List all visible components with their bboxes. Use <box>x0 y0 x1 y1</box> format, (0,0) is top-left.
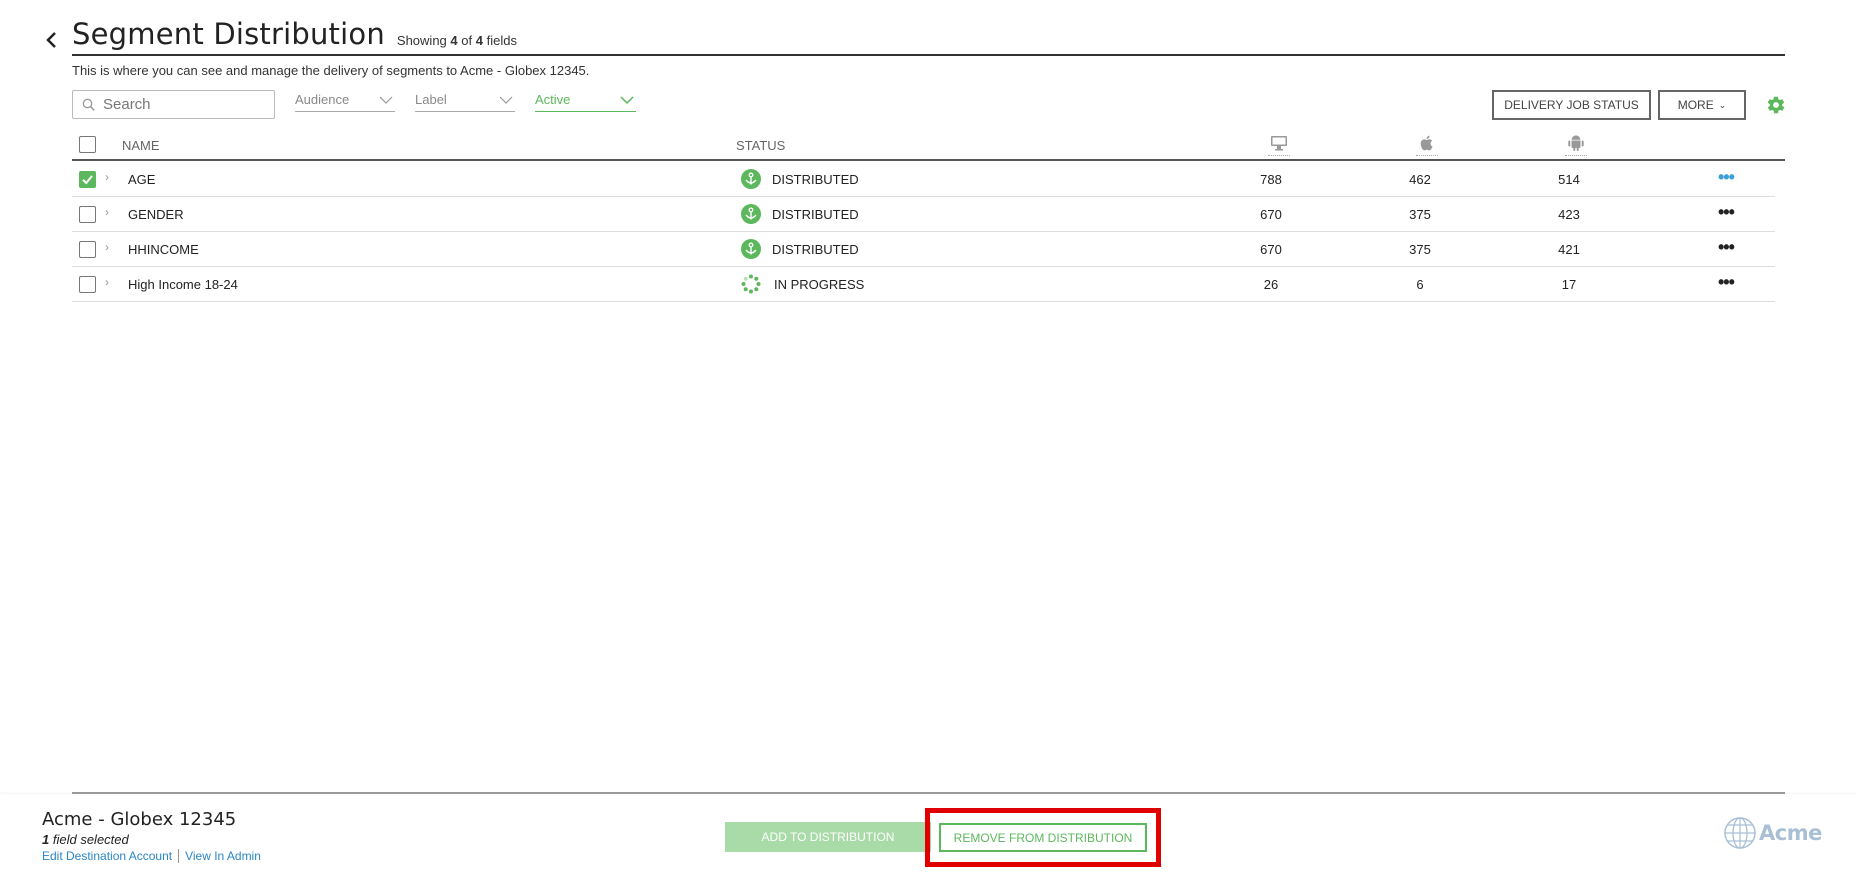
apple-count: 375 <box>1409 207 1431 222</box>
delivery-job-status-button[interactable]: DELIVERY JOB STATUS <box>1492 90 1651 120</box>
expand-chevron-icon[interactable]: › <box>105 205 109 219</box>
apple-count: 462 <box>1409 172 1431 187</box>
edit-destination-link[interactable]: Edit Destination Account <box>42 849 172 863</box>
globe-icon <box>1724 817 1756 849</box>
chevron-down-icon: ⌄ <box>1718 99 1727 110</box>
table-header: NAME STATUS <box>72 133 1785 161</box>
active-filter-label: Active <box>535 92 571 107</box>
select-all-checkbox[interactable] <box>79 136 96 153</box>
label-filter-label: Label <box>415 92 447 107</box>
expand-chevron-icon[interactable]: › <box>105 240 109 254</box>
expand-chevron-icon[interactable]: › <box>105 170 109 184</box>
row-actions-icon[interactable]: ••• <box>1718 203 1735 221</box>
row-name: HHINCOME <box>128 242 199 257</box>
row-status: DISTRIBUTED <box>772 242 859 257</box>
table-row[interactable]: › GENDER DISTRIBUTED 670 375 423 ••• <box>72 197 1775 232</box>
apple-count: 6 <box>1416 277 1424 292</box>
active-filter[interactable]: Active <box>535 88 636 112</box>
gear-icon[interactable] <box>1766 95 1786 115</box>
audience-filter[interactable]: Audience <box>295 88 395 112</box>
search-box <box>72 90 275 119</box>
table-row[interactable]: › High Income 18-24 IN PROGRESS 26 6 17 … <box>72 267 1775 302</box>
desktop-count: 788 <box>1260 172 1282 187</box>
table-row[interactable]: › AGE DISTRIBUTED 788 462 514 ••• <box>72 162 1775 197</box>
desktop-count: 26 <box>1263 277 1279 292</box>
desktop-count: 670 <box>1260 242 1282 257</box>
title-row: Segment Distribution Showing 4 of 4 fiel… <box>72 17 1785 56</box>
row-checkbox[interactable] <box>79 276 96 293</box>
label-filter[interactable]: Label <box>415 88 515 112</box>
apple-icon <box>1416 134 1438 156</box>
android-count: 514 <box>1558 172 1580 187</box>
android-count: 423 <box>1558 207 1580 222</box>
footer-links: Edit Destination Account View In Admin <box>42 849 261 863</box>
selection-count: 1 field selected <box>42 832 129 847</box>
view-in-admin-link[interactable]: View In Admin <box>185 849 261 863</box>
row-actions-icon[interactable]: ••• <box>1718 238 1735 256</box>
search-icon <box>82 98 95 111</box>
page-subtitle: This is where you can see and manage the… <box>72 63 590 78</box>
row-actions-icon[interactable]: ••• <box>1718 273 1735 291</box>
row-name: AGE <box>128 172 156 187</box>
audience-filter-label: Audience <box>295 92 350 107</box>
more-button[interactable]: MORE ⌄ <box>1658 90 1746 120</box>
row-status: DISTRIBUTED <box>772 172 859 187</box>
account-name: Acme - Globex 12345 <box>42 809 237 830</box>
table-row[interactable]: › HHINCOME DISTRIBUTED 670 375 421 ••• <box>72 232 1775 267</box>
distributed-icon <box>741 169 761 189</box>
apple-count: 375 <box>1409 242 1431 257</box>
brand-logo-text: Acme <box>1759 821 1822 845</box>
in-progress-spinner-icon <box>741 274 761 294</box>
more-button-label: MORE <box>1677 98 1714 112</box>
footer-divider <box>72 792 1785 794</box>
row-status: DISTRIBUTED <box>772 207 859 222</box>
android-icon <box>1565 134 1587 156</box>
row-checkbox[interactable] <box>79 171 96 188</box>
expand-chevron-icon[interactable]: › <box>105 275 109 289</box>
android-count: 421 <box>1558 242 1580 257</box>
link-divider <box>178 849 180 863</box>
row-name: GENDER <box>128 207 184 222</box>
desktop-count: 670 <box>1260 207 1282 222</box>
chevron-down-icon <box>379 96 393 104</box>
showing-count: Showing 4 of 4 fields <box>396 33 517 48</box>
search-input[interactable] <box>103 96 263 113</box>
remove-from-distribution-button[interactable]: REMOVE FROM DISTRIBUTION <box>939 823 1147 852</box>
chevron-left-icon <box>46 32 56 48</box>
brand-logo: Acme <box>1723 816 1822 850</box>
row-name: High Income 18-24 <box>128 277 238 292</box>
checkmark-icon <box>82 175 93 185</box>
row-actions-icon[interactable]: ••• <box>1718 168 1735 186</box>
column-header-status[interactable]: STATUS <box>736 138 785 153</box>
page-title: Segment Distribution <box>72 17 385 51</box>
android-count: 17 <box>1561 277 1577 292</box>
row-status: IN PROGRESS <box>774 277 865 292</box>
distributed-icon <box>741 204 761 224</box>
row-checkbox[interactable] <box>79 241 96 258</box>
desktop-icon <box>1268 134 1290 156</box>
distributed-icon <box>741 239 761 259</box>
row-checkbox[interactable] <box>79 206 96 223</box>
chevron-down-icon <box>499 96 513 104</box>
add-to-distribution-button[interactable]: ADD TO DISTRIBUTION <box>725 822 931 852</box>
column-header-name[interactable]: NAME <box>122 138 160 153</box>
chevron-down-icon <box>620 95 634 104</box>
back-button[interactable] <box>42 28 62 52</box>
